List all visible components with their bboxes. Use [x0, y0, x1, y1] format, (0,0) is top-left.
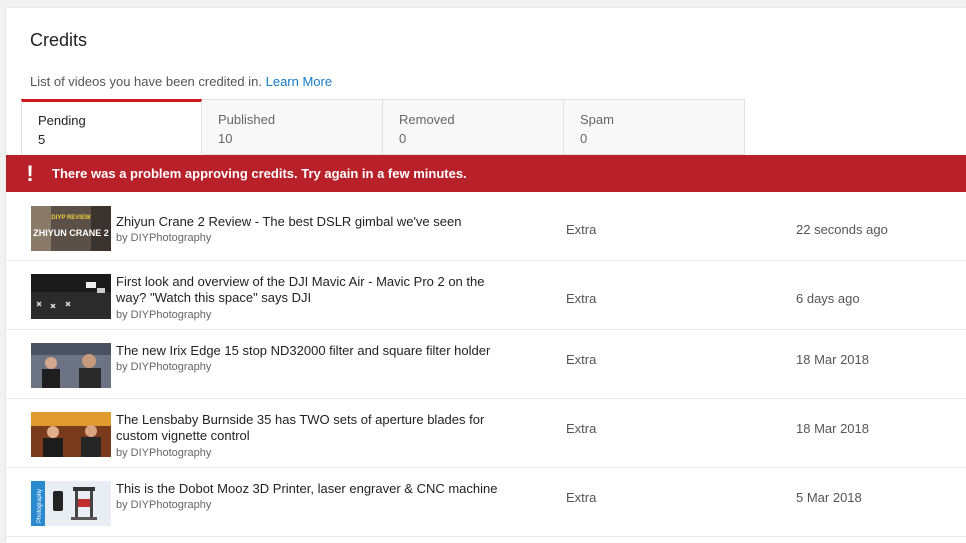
- thumbnail-image: Photography: [31, 481, 111, 526]
- video-channel[interactable]: by DIYPhotography: [116, 499, 211, 511]
- tab-count: 0: [580, 131, 588, 146]
- page-description: List of videos you have been credited in…: [30, 74, 332, 89]
- video-title[interactable]: This is the Dobot Mooz 3D Printer, laser…: [116, 481, 516, 497]
- thumb-caption: ZHIYUN CRANE 2: [33, 228, 109, 238]
- credit-date: 5 Mar 2018: [796, 490, 862, 505]
- tab-label: Pending: [38, 113, 86, 128]
- video-thumbnail[interactable]: DIYP REVIEW ZHIYUN CRANE 2: [31, 206, 111, 251]
- credit-role: Extra: [566, 421, 597, 436]
- video-title[interactable]: The new Irix Edge 15 stop ND32000 filter…: [116, 343, 516, 359]
- video-thumbnail[interactable]: Photography: [31, 481, 111, 526]
- credit-date: 6 days ago: [796, 291, 860, 306]
- tab-count: 0: [399, 131, 407, 146]
- thumbnail-image: [31, 343, 111, 388]
- credit-role: Extra: [566, 291, 597, 306]
- list-item: First look and overview of the DJI Mavic…: [6, 261, 966, 330]
- learn-more-link[interactable]: Learn More: [266, 74, 332, 89]
- credit-tabs: Pending 5 Published 10 Removed 0 Spam 0: [21, 99, 745, 155]
- credit-date: 22 seconds ago: [796, 222, 888, 237]
- thumbnail-image: DIYP REVIEW ZHIYUN CRANE 2: [31, 206, 111, 251]
- alert-message: There was a problem approving credits. T…: [52, 166, 467, 181]
- page-title: Credits: [30, 30, 88, 50]
- exclamation-icon: !: [26, 160, 34, 186]
- credits-card: Credits List of videos you have been cre…: [5, 7, 966, 543]
- list-item: Photography This is the Dobot Mooz 3D Pr…: [6, 468, 966, 537]
- list-item: The new Irix Edge 15 stop ND32000 filter…: [6, 330, 966, 399]
- credit-role: Extra: [566, 490, 597, 505]
- thumbnail-image: [31, 412, 111, 457]
- thumbnail-image: [31, 274, 111, 319]
- tab-label: Spam: [580, 112, 614, 127]
- credit-date: 18 Mar 2018: [796, 352, 869, 367]
- video-channel[interactable]: by DIYPhotography: [116, 309, 211, 321]
- tab-pending[interactable]: Pending 5: [21, 99, 202, 155]
- video-thumbnail[interactable]: [31, 343, 111, 388]
- list-item: The Lensbaby Burnside 35 has TWO sets of…: [6, 399, 966, 468]
- thumb-caption: Photography: [37, 489, 43, 523]
- tab-spam[interactable]: Spam 0: [564, 99, 745, 155]
- tab-published[interactable]: Published 10: [202, 99, 383, 155]
- tab-count: 5: [38, 132, 46, 147]
- credit-role: Extra: [566, 222, 597, 237]
- video-channel[interactable]: by DIYPhotography: [116, 361, 211, 373]
- credit-role: Extra: [566, 352, 597, 367]
- credit-date: 18 Mar 2018: [796, 421, 869, 436]
- description-text: List of videos you have been credited in…: [30, 74, 262, 89]
- thumb-caption-top: DIYP REVIEW: [51, 215, 91, 221]
- video-thumbnail[interactable]: [31, 412, 111, 457]
- video-title[interactable]: The Lensbaby Burnside 35 has TWO sets of…: [116, 412, 516, 444]
- video-channel[interactable]: by DIYPhotography: [116, 232, 211, 244]
- error-alert: ! There was a problem approving credits.…: [6, 155, 966, 192]
- tab-label: Removed: [399, 112, 455, 127]
- tab-count: 10: [218, 131, 233, 146]
- video-title[interactable]: First look and overview of the DJI Mavic…: [116, 274, 516, 306]
- video-thumbnail[interactable]: [31, 274, 111, 319]
- tab-removed[interactable]: Removed 0: [383, 99, 564, 155]
- tab-label: Published: [218, 112, 276, 127]
- list-item: DIYP REVIEW ZHIYUN CRANE 2 Zhiyun Crane …: [6, 192, 966, 261]
- video-channel[interactable]: by DIYPhotography: [116, 447, 211, 459]
- video-title[interactable]: Zhiyun Crane 2 Review - The best DSLR gi…: [116, 214, 516, 230]
